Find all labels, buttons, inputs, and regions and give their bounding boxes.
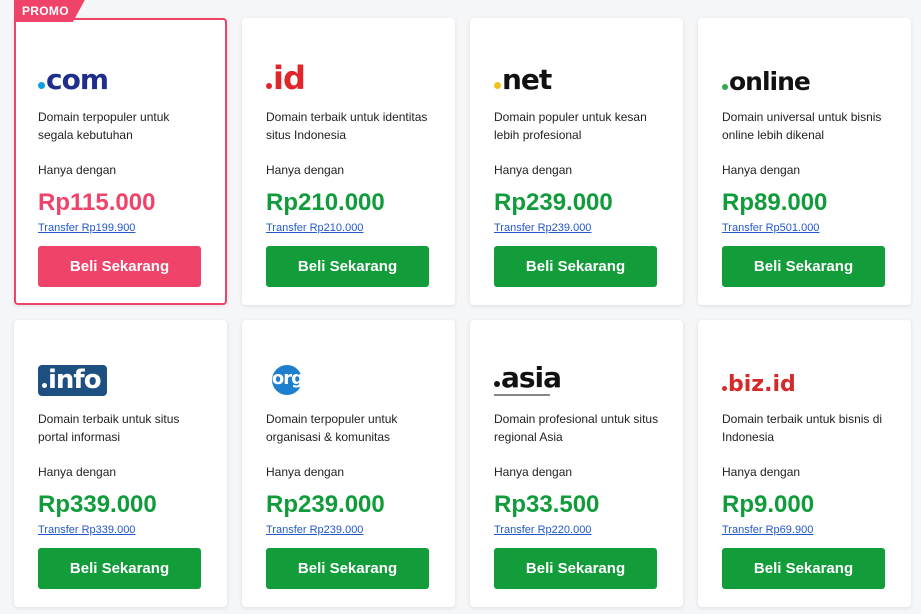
buy-now-button[interactable]: Beli Sekarang <box>266 246 429 287</box>
domain-price: Rp33.500 <box>494 491 600 518</box>
domain-logo-info: info <box>38 350 203 396</box>
domain-card-com: PROMO com Domain terpopuler untuk segala… <box>14 18 227 305</box>
buy-now-button[interactable]: Beli Sekarang <box>38 548 201 589</box>
domain-card-net: net Domain populer untuk kesan lebih pro… <box>470 18 683 305</box>
buy-now-button[interactable]: Beli Sekarang <box>494 548 657 589</box>
domain-logo-org: .org <box>266 350 431 396</box>
buy-now-button[interactable]: Beli Sekarang <box>722 548 885 589</box>
domain-description: Domain profesional untuk situs regional … <box>494 412 659 444</box>
domain-card-biz-id: biz.id Domain terbaik untuk bisnis di In… <box>698 320 911 607</box>
transfer-price-link[interactable]: Transfer Rp210.000 <box>266 222 363 234</box>
price-prefix: Hanya dengan <box>38 163 117 177</box>
domain-price: Rp89.000 <box>722 189 828 216</box>
domain-grid: PROMO com Domain terpopuler untuk segala… <box>14 18 911 607</box>
buy-now-button[interactable]: Beli Sekarang <box>494 246 657 287</box>
transfer-price-link[interactable]: Transfer Rp239.000 <box>494 222 591 234</box>
buy-now-button[interactable]: Beli Sekarang <box>38 246 201 287</box>
domain-card-online: online Domain universal untuk bisnis onl… <box>698 18 911 305</box>
domain-description: Domain terpopuler untuk segala kebutuhan <box>38 110 170 142</box>
price-prefix: Hanya dengan <box>722 163 801 177</box>
transfer-price-link[interactable]: Transfer Rp220.000 <box>494 524 591 536</box>
price-prefix: Hanya dengan <box>266 163 345 177</box>
domain-logo-biz-id: biz.id <box>722 350 887 396</box>
promo-badge: PROMO <box>14 0 85 22</box>
price-prefix: Hanya dengan <box>722 465 801 479</box>
domain-price: Rp210.000 <box>266 189 385 216</box>
domain-card-asia: asia Domain profesional untuk situs regi… <box>470 320 683 607</box>
domain-logo-com: com <box>38 48 203 94</box>
domain-description: Domain terbaik untuk bisnis di Indonesia <box>722 412 883 444</box>
domain-price: Rp9.000 <box>722 491 815 518</box>
transfer-price-link[interactable]: Transfer Rp339.000 <box>38 524 135 536</box>
domain-price: Rp239.000 <box>266 491 385 518</box>
domain-logo-id: id <box>266 48 431 94</box>
domain-logo-asia: asia <box>494 350 659 396</box>
price-prefix: Hanya dengan <box>494 465 573 479</box>
domain-card-id: id Domain terbaik untuk identitas situs … <box>242 18 455 305</box>
domain-price: Rp339.000 <box>38 491 157 518</box>
transfer-price-link[interactable]: Transfer Rp199.900 <box>38 222 135 234</box>
domain-description: Domain populer untuk kesan lebih profesi… <box>494 110 647 142</box>
transfer-price-link[interactable]: Transfer Rp69.900 <box>722 524 813 536</box>
domain-description: Domain terbaik untuk identitas situs Ind… <box>266 110 428 142</box>
domain-price: Rp115.000 <box>38 189 156 216</box>
domain-logo-online: online <box>722 48 887 94</box>
domain-description: Domain terpopuler untuk organisasi & kom… <box>266 412 398 444</box>
price-prefix: Hanya dengan <box>266 465 345 479</box>
buy-now-button[interactable]: Beli Sekarang <box>266 548 429 589</box>
transfer-price-link[interactable]: Transfer Rp501.000 <box>722 222 819 234</box>
domain-price: Rp239.000 <box>494 189 613 216</box>
domain-card-info: info Domain terbaik untuk situs portal i… <box>14 320 227 607</box>
price-prefix: Hanya dengan <box>494 163 573 177</box>
price-prefix: Hanya dengan <box>38 465 117 479</box>
domain-description: Domain universal untuk bisnis online leb… <box>722 110 882 142</box>
domain-logo-net: net <box>494 48 659 94</box>
buy-now-button[interactable]: Beli Sekarang <box>722 246 885 287</box>
logo-text: com <box>46 63 109 96</box>
domain-description: Domain terbaik untuk situs portal inform… <box>38 412 180 444</box>
domain-card-org: .org Domain terpopuler untuk organisasi … <box>242 320 455 607</box>
transfer-price-link[interactable]: Transfer Rp239.000 <box>266 524 363 536</box>
